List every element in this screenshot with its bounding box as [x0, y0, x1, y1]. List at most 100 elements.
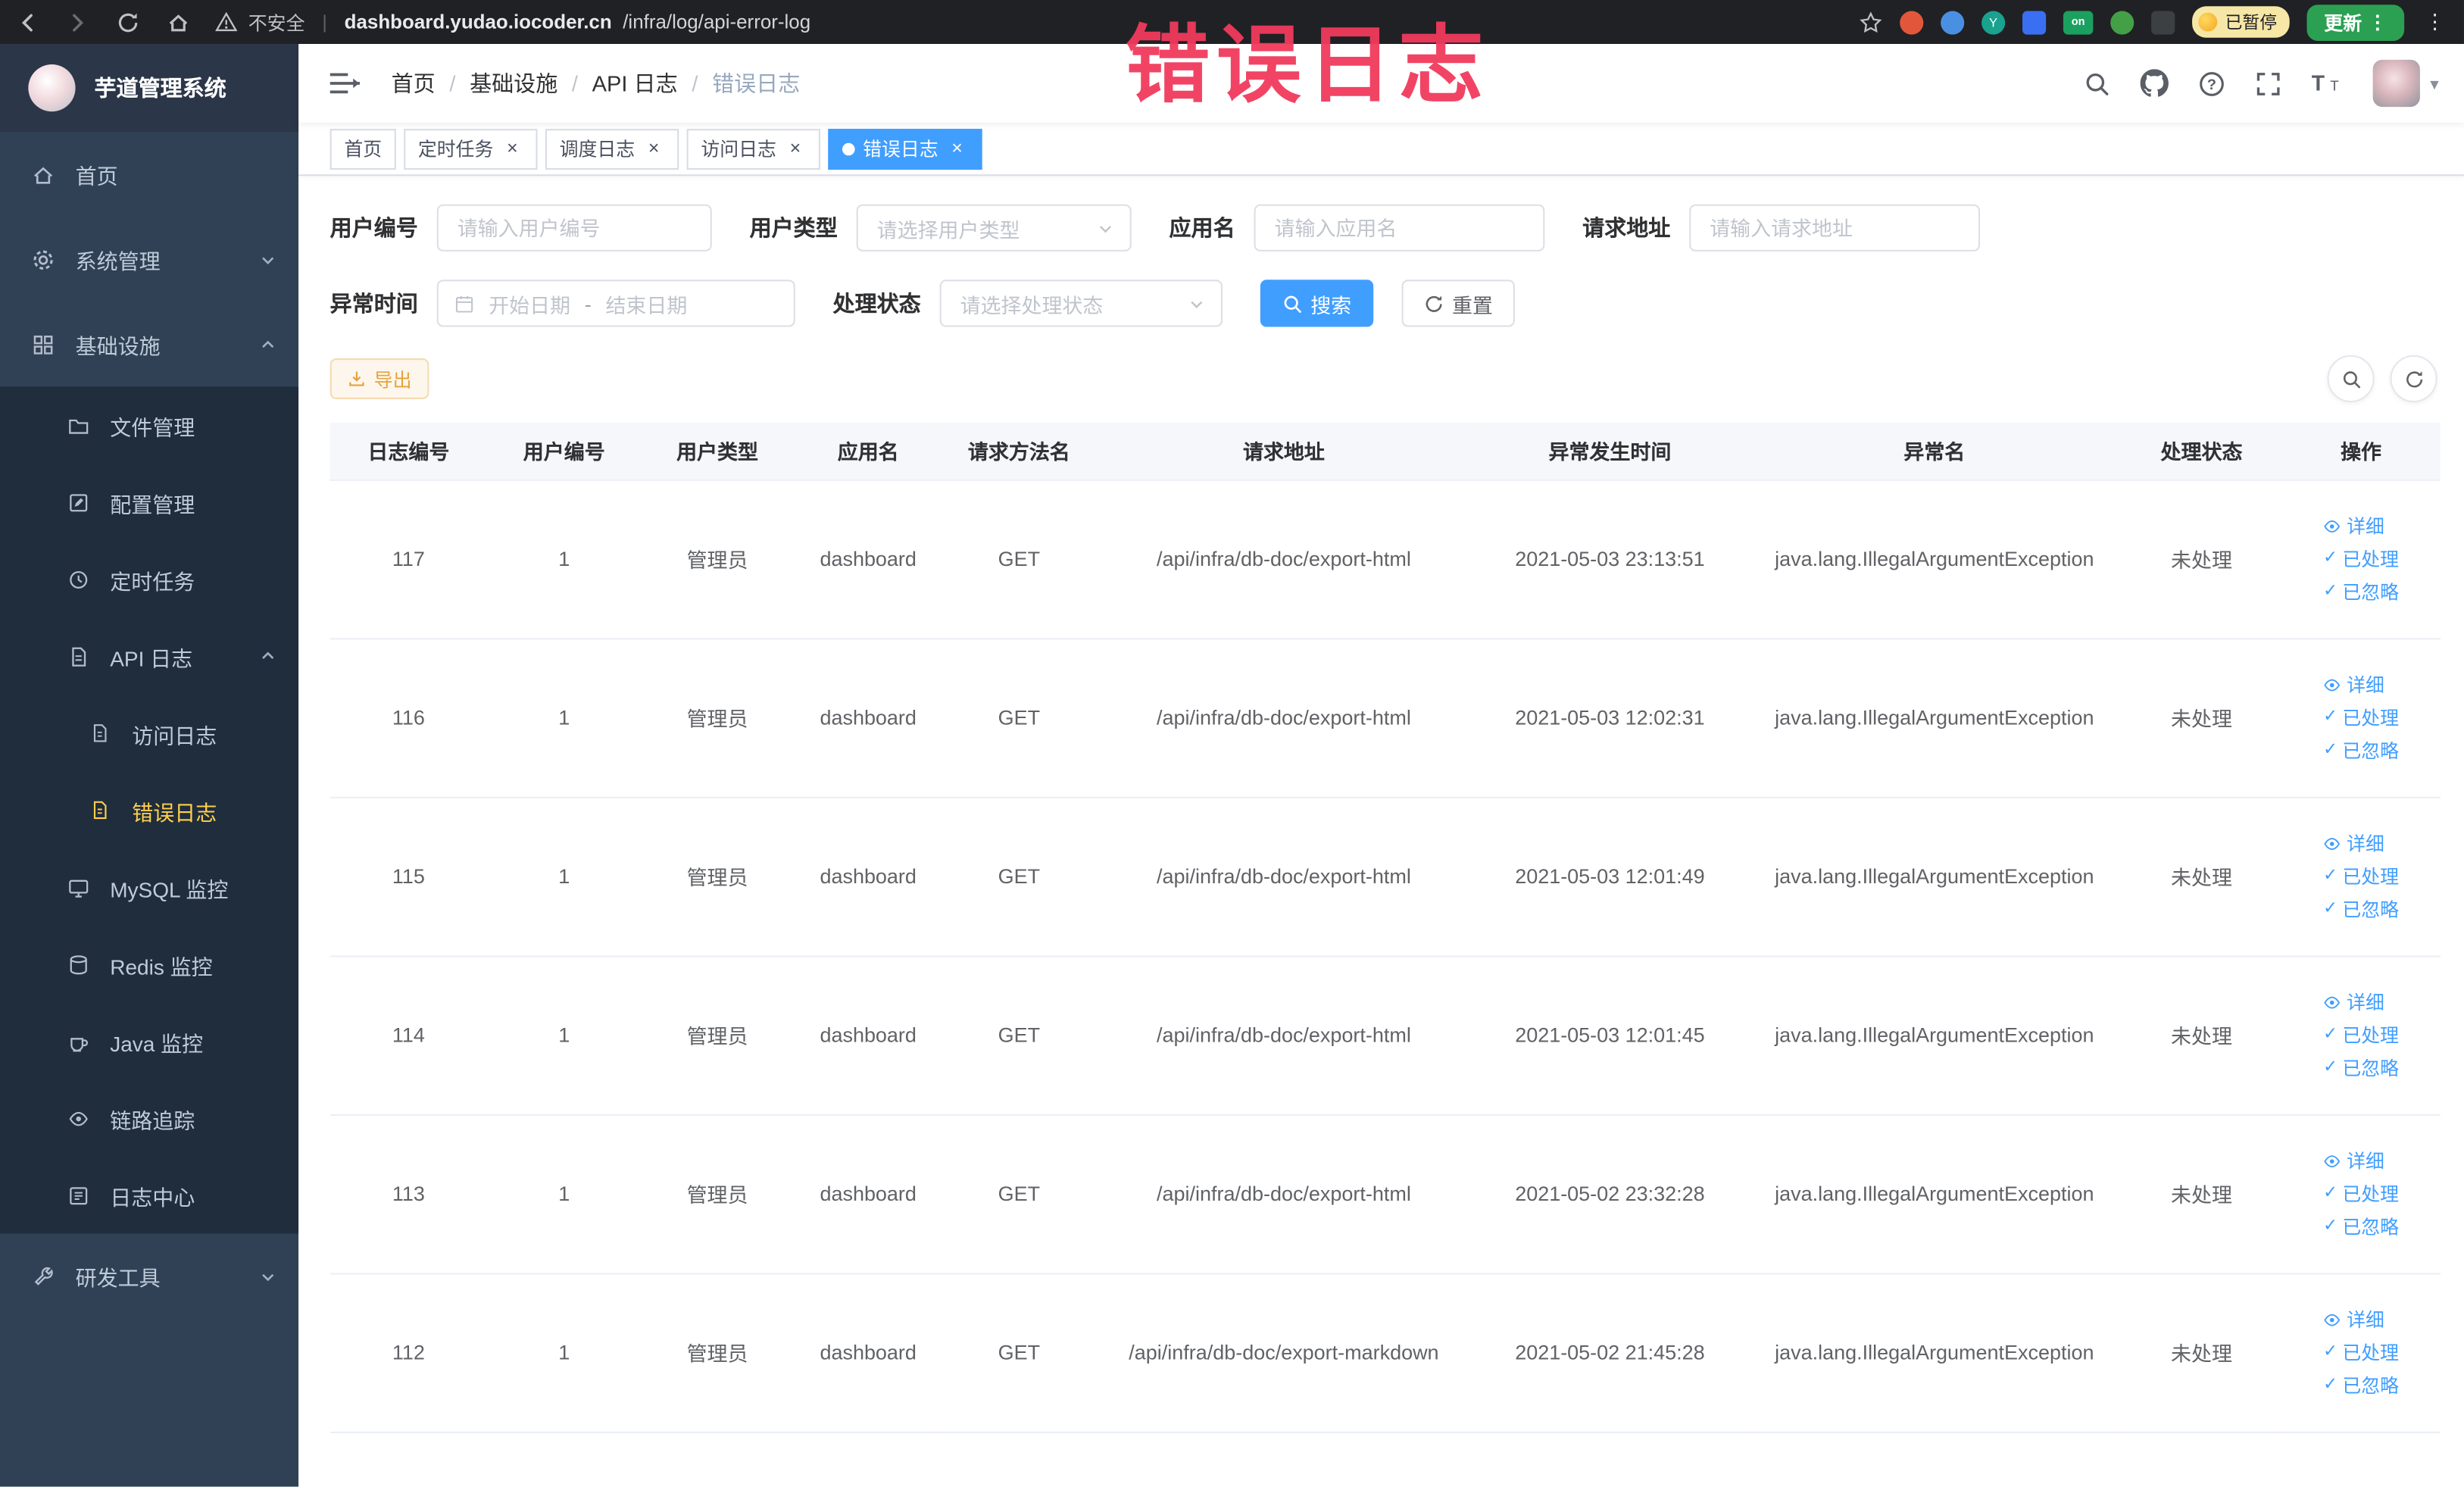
- sidebar-item-error-logs[interactable]: 错误日志: [0, 772, 298, 849]
- url-path: /infra/log/api-error-log: [623, 11, 811, 33]
- detail-link[interactable]: 详细: [2323, 1310, 2384, 1329]
- help-icon[interactable]: ?: [2199, 70, 2225, 96]
- exception-time-range-picker[interactable]: 开始日期 - 结束日期: [436, 280, 795, 327]
- github-icon[interactable]: [2141, 69, 2169, 97]
- forward-icon[interactable]: [66, 10, 89, 33]
- user-menu[interactable]: ▾: [2373, 59, 2439, 108]
- table-row: 117 1 管理员 dashboard GET /api/infra/db-do…: [329, 479, 2441, 639]
- sidebar-item-java-monitor[interactable]: Java 监控: [0, 1003, 298, 1080]
- app-logo[interactable]: 芋道管理系统: [0, 44, 299, 133]
- browser-menu-icon[interactable]: ⋮: [2422, 9, 2448, 34]
- sidebar-item-mysql-monitor[interactable]: MySQL 监控: [0, 848, 298, 926]
- eye-icon: [66, 1107, 89, 1129]
- breadcrumb-infrastructure[interactable]: 基础设施: [470, 67, 557, 98]
- extension-icon-red[interactable]: [1900, 10, 1924, 34]
- browser-update-button[interactable]: 更新 ⋮: [2306, 4, 2405, 40]
- sidebar-item-config-management[interactable]: 配置管理: [0, 464, 298, 541]
- close-icon[interactable]: ×: [643, 136, 665, 160]
- sidebar-item-dev-tools[interactable]: 研发工具: [0, 1234, 298, 1319]
- tab-dispatch-logs[interactable]: 调度日志 ×: [545, 128, 679, 170]
- browser-home-icon[interactable]: [167, 10, 190, 33]
- sidebar-item-api-logs[interactable]: API 日志: [0, 617, 298, 695]
- table-row: 116 1 管理员 dashboard GET /api/infra/db-do…: [329, 638, 2441, 798]
- refresh-icon: [2403, 368, 2424, 389]
- process-status-select[interactable]: 请选择处理状态: [939, 280, 1223, 327]
- mark-ignored-link[interactable]: ✓ 已忽略: [2323, 1217, 2399, 1236]
- reset-button[interactable]: 重置: [1401, 280, 1515, 327]
- sidebar-item-log-center[interactable]: 日志中心: [0, 1157, 298, 1234]
- active-dot: [842, 142, 855, 155]
- avatar: [2373, 59, 2421, 108]
- detail-link[interactable]: 详细: [2323, 1151, 2384, 1170]
- reload-icon[interactable]: [117, 10, 140, 33]
- sidebar-item-file-management[interactable]: 文件管理: [0, 386, 298, 464]
- sidebar-item-redis-monitor[interactable]: Redis 监控: [0, 926, 298, 1003]
- hamburger-icon[interactable]: [323, 70, 366, 95]
- mark-processed-link[interactable]: ✓ 已处理: [2323, 1026, 2399, 1045]
- detail-link[interactable]: 详细: [2323, 675, 2384, 694]
- search-icon[interactable]: [2085, 70, 2111, 96]
- user-id-input[interactable]: [436, 204, 712, 251]
- detail-link[interactable]: 详细: [2323, 517, 2384, 536]
- status-text: 未处理: [2121, 1114, 2282, 1274]
- tab-scheduled-jobs[interactable]: 定时任务 ×: [404, 128, 538, 170]
- mark-ignored-link[interactable]: ✓ 已忽略: [2323, 741, 2399, 760]
- mark-processed-link[interactable]: ✓ 已处理: [2323, 549, 2399, 568]
- eye-icon: [2323, 517, 2342, 536]
- tab-home[interactable]: 首页: [329, 128, 396, 170]
- sidebar-item-home[interactable]: 首页: [0, 132, 298, 217]
- mark-processed-link[interactable]: ✓ 已处理: [2323, 708, 2399, 727]
- mark-processed-link[interactable]: ✓ 已处理: [2323, 867, 2399, 886]
- close-icon[interactable]: ×: [784, 136, 806, 160]
- chevron-down-icon: [259, 1267, 276, 1285]
- fullscreen-icon[interactable]: [2256, 70, 2282, 96]
- sidebar-item-infrastructure[interactable]: 基础设施: [0, 301, 298, 386]
- close-icon[interactable]: ×: [501, 136, 523, 160]
- sidebar-item-scheduled-jobs[interactable]: 定时任务: [0, 541, 298, 618]
- breadcrumb-api-logs[interactable]: API 日志: [592, 67, 678, 98]
- sidebar-item-system-management[interactable]: 系统管理: [0, 217, 298, 301]
- breadcrumb-separator: /: [692, 70, 698, 96]
- tab-access-logs[interactable]: 访问日志 ×: [686, 128, 821, 170]
- mark-processed-link[interactable]: ✓ 已处理: [2323, 1184, 2399, 1203]
- request-url-input[interactable]: [1689, 204, 1980, 251]
- eye-icon: [2323, 1151, 2342, 1170]
- detail-link[interactable]: 详细: [2323, 834, 2384, 852]
- bookmark-star-icon[interactable]: [1859, 10, 1882, 33]
- paused-badge[interactable]: 已暂停: [2192, 6, 2290, 38]
- app-name-input[interactable]: [1254, 204, 1545, 251]
- extension-icon-blue[interactable]: [1941, 10, 1965, 34]
- sidebar-item-access-logs[interactable]: 访问日志: [0, 695, 298, 772]
- table-row: 114 1 管理员 dashboard GET /api/infra/db-do…: [329, 955, 2441, 1115]
- mark-processed-link[interactable]: ✓ 已处理: [2323, 1343, 2399, 1362]
- extension-icon-on-badge[interactable]: on: [2063, 10, 2094, 34]
- user-id-label: 用户编号: [329, 215, 418, 241]
- svg-text:T: T: [2313, 70, 2325, 95]
- user-type-select[interactable]: 请选择用户类型: [856, 204, 1132, 251]
- breadcrumb: 首页 / 基础设施 / API 日志 / 错误日志: [392, 67, 801, 98]
- extension-icon-pin[interactable]: [2151, 10, 2175, 34]
- search-button[interactable]: 搜索: [1260, 280, 1374, 327]
- export-button[interactable]: 导出: [329, 358, 429, 399]
- close-icon[interactable]: ×: [946, 136, 968, 160]
- extension-icon-grid[interactable]: [2022, 10, 2047, 34]
- mark-ignored-link[interactable]: ✓ 已忽略: [2323, 1376, 2399, 1395]
- breadcrumb-home[interactable]: 首页: [392, 67, 436, 98]
- refresh-table-button[interactable]: [2390, 355, 2437, 403]
- mark-ignored-link[interactable]: ✓ 已忽略: [2323, 583, 2399, 601]
- mark-ignored-link[interactable]: ✓ 已忽略: [2323, 900, 2399, 919]
- detail-link[interactable]: 详细: [2323, 992, 2384, 1011]
- font-size-icon[interactable]: TT: [2313, 70, 2344, 95]
- address-bar[interactable]: 不安全 | dashboard.yudao.iocoder.cn/infra/l…: [215, 8, 810, 35]
- extension-icon-leaf[interactable]: [2110, 10, 2135, 34]
- mark-ignored-link[interactable]: ✓ 已忽略: [2323, 1058, 2399, 1077]
- svg-text:T: T: [2331, 77, 2340, 93]
- date-range-separator: -: [584, 291, 592, 315]
- back-icon[interactable]: [16, 10, 39, 33]
- request-url-label: 请求地址: [1582, 215, 1671, 241]
- search-toggle-button[interactable]: [2327, 355, 2375, 403]
- tab-error-logs[interactable]: 错误日志 ×: [828, 128, 982, 170]
- date-end-placeholder: 结束日期: [605, 292, 688, 317]
- sidebar-item-trace[interactable]: 链路追踪: [0, 1079, 298, 1157]
- extension-icon-teal[interactable]: Y: [1982, 10, 2006, 34]
